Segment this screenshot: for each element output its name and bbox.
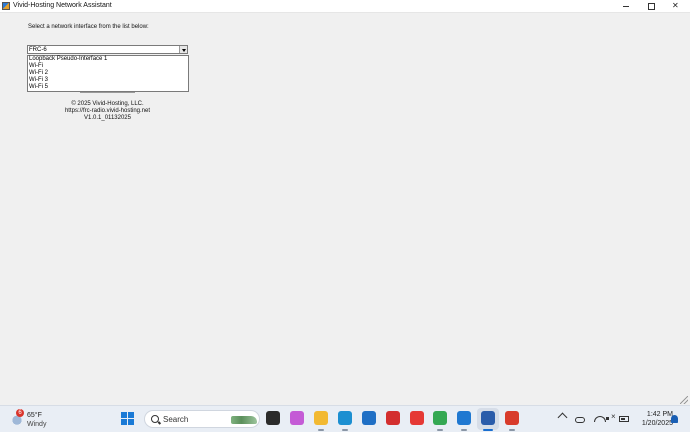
app-icon bbox=[2, 2, 10, 10]
weather-widget[interactable]: 6 65°F Windy bbox=[8, 409, 68, 429]
taskbar-search[interactable]: Search bbox=[144, 410, 260, 428]
title-bar: Vivid-Hosting Network Assistant bbox=[0, 0, 690, 13]
dropdown-option[interactable]: Wi-Fi bbox=[28, 63, 188, 70]
search-highlight-icon bbox=[231, 416, 257, 424]
interface-prompt: Select a network interface from the list… bbox=[28, 24, 149, 30]
dropdown-option[interactable]: Wi-Fi 2 bbox=[28, 70, 188, 77]
task-view-icon[interactable] bbox=[266, 411, 280, 425]
clock-date: 1/20/2025 bbox=[641, 420, 673, 427]
maximize-button[interactable] bbox=[639, 0, 663, 12]
interface-combobox[interactable]: FRC-6 bbox=[27, 45, 188, 54]
copilot-icon[interactable] bbox=[290, 411, 304, 425]
onedrive-icon[interactable] bbox=[575, 417, 585, 423]
minimize-button[interactable] bbox=[614, 0, 638, 12]
website-link[interactable]: https://frc-radio.vivid-hosting.net bbox=[40, 108, 175, 115]
resize-grip[interactable] bbox=[680, 396, 688, 404]
powershell-icon[interactable] bbox=[481, 411, 495, 425]
edge-icon[interactable] bbox=[338, 411, 352, 425]
weather-condition: Windy bbox=[27, 421, 47, 428]
weather-temp: 65°F bbox=[27, 412, 42, 419]
chevron-down-icon[interactable] bbox=[179, 46, 187, 53]
clock-time: 1:42 PM bbox=[646, 411, 673, 418]
file-explorer-icon[interactable] bbox=[314, 411, 328, 425]
copyright-text: © 2025 Vivid-Hosting, LLC. bbox=[71, 101, 144, 107]
speaker-muted-icon[interactable] bbox=[606, 412, 616, 423]
dropdown-option[interactable]: Wi-Fi 5 bbox=[28, 84, 188, 91]
taskbar-clock[interactable]: 1:42 PM 1/20/2025 bbox=[633, 410, 673, 428]
hidden-control-edge bbox=[80, 92, 135, 93]
notification-bell-icon[interactable] bbox=[671, 415, 678, 423]
window-title: Vivid-Hosting Network Assistant bbox=[13, 2, 112, 9]
network-assistant-icon[interactable] bbox=[505, 411, 519, 425]
show-hidden-icons-icon[interactable] bbox=[557, 412, 568, 423]
close-button[interactable] bbox=[664, 0, 688, 12]
ni-app-icon[interactable] bbox=[410, 411, 424, 425]
weather-badge: 6 bbox=[16, 409, 24, 417]
combobox-value[interactable]: FRC-6 bbox=[29, 46, 47, 54]
search-label: Search bbox=[163, 415, 189, 424]
chrome-icon[interactable] bbox=[433, 411, 447, 425]
interface-dropdown-list: Loopback Pseudo-Interface 1 Wi-Fi Wi-Fi … bbox=[27, 55, 189, 92]
taskbar: 6 65°F Windy Search 1:42 PM 1/20/2025 bbox=[0, 405, 690, 432]
microsoft-store-icon[interactable] bbox=[362, 411, 376, 425]
lastpass-icon[interactable] bbox=[386, 411, 400, 425]
vscode-icon[interactable] bbox=[457, 411, 471, 425]
search-icon bbox=[151, 415, 159, 423]
dropdown-option[interactable]: Wi-Fi 3 bbox=[28, 77, 188, 84]
windows-start-icon[interactable] bbox=[121, 412, 135, 426]
dropdown-option[interactable]: Loopback Pseudo-Interface 1 bbox=[28, 56, 188, 63]
wifi-icon[interactable] bbox=[594, 416, 606, 422]
footer-info: © 2025 Vivid-Hosting, LLC. https://frc-r… bbox=[40, 101, 175, 122]
battery-icon[interactable] bbox=[619, 416, 629, 422]
version-text: V1.0.1_01132025 bbox=[84, 115, 131, 121]
